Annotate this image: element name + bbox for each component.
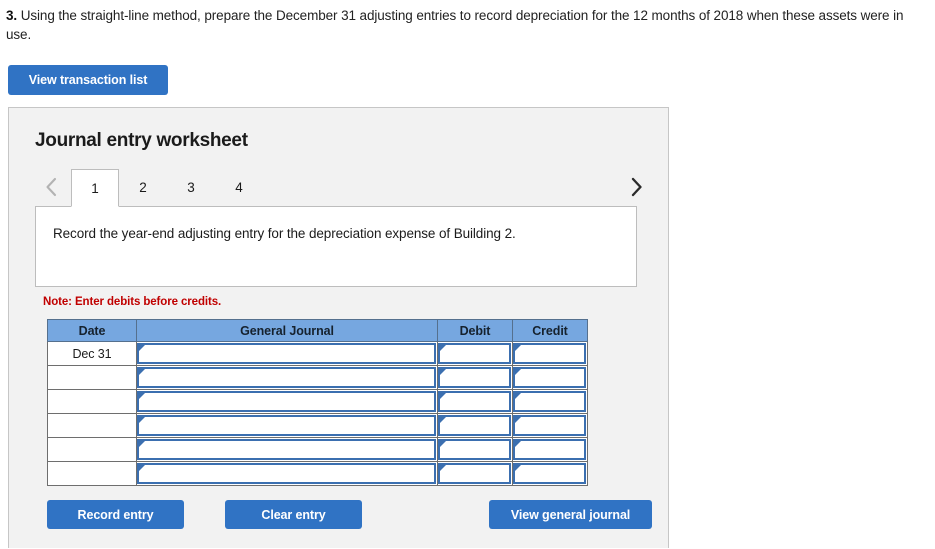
tab-2-label: 2 bbox=[139, 180, 147, 196]
tab-4-label: 4 bbox=[235, 180, 243, 196]
general-journal-cell[interactable] bbox=[136, 341, 438, 367]
debit-cell[interactable] bbox=[437, 365, 513, 391]
general-journal-input[interactable] bbox=[137, 415, 436, 437]
clear-entry-button[interactable]: Clear entry bbox=[225, 500, 362, 530]
general-journal-input[interactable] bbox=[137, 439, 436, 461]
tab-4[interactable]: 4 bbox=[215, 169, 263, 206]
view-general-journal-button[interactable]: View general journal bbox=[489, 500, 652, 530]
journal-entry-worksheet-panel: Journal entry worksheet 1 2 3 4 Record t… bbox=[8, 107, 669, 549]
general-journal-cell[interactable] bbox=[136, 389, 438, 415]
table-header-row: Date General Journal Debit Credit bbox=[47, 319, 588, 343]
column-header-date: Date bbox=[47, 319, 137, 343]
credit-input[interactable] bbox=[513, 343, 586, 365]
debit-input[interactable] bbox=[438, 439, 511, 461]
debit-input[interactable] bbox=[438, 367, 511, 389]
debit-input[interactable] bbox=[438, 463, 511, 485]
column-header-debit: Debit bbox=[437, 319, 513, 343]
tab-3-label: 3 bbox=[187, 180, 195, 196]
credit-input[interactable] bbox=[513, 463, 586, 485]
general-journal-input[interactable] bbox=[137, 367, 436, 389]
table-row bbox=[47, 437, 588, 463]
credit-input[interactable] bbox=[513, 391, 586, 413]
tab-3[interactable]: 3 bbox=[167, 169, 215, 206]
debits-before-credits-note: Note: Enter debits before credits. bbox=[43, 296, 222, 309]
debit-cell[interactable] bbox=[437, 461, 513, 487]
credit-cell[interactable] bbox=[512, 389, 588, 415]
tab-1[interactable]: 1 bbox=[71, 169, 119, 208]
credit-cell[interactable] bbox=[512, 365, 588, 391]
date-cell: Dec 31 bbox=[47, 341, 137, 367]
general-journal-cell[interactable] bbox=[136, 437, 438, 463]
general-journal-input[interactable] bbox=[137, 343, 436, 365]
panel-title: Journal entry worksheet bbox=[35, 130, 248, 152]
question-prompt: 3. Using the straight-line method, prepa… bbox=[0, 0, 935, 44]
date-cell bbox=[47, 437, 137, 463]
view-transaction-list-button[interactable]: View transaction list bbox=[8, 65, 168, 96]
chevron-right-icon[interactable] bbox=[622, 169, 650, 206]
record-entry-button[interactable]: Record entry bbox=[47, 500, 184, 530]
credit-input[interactable] bbox=[513, 367, 586, 389]
credit-cell[interactable] bbox=[512, 461, 588, 487]
table-row: Dec 31 bbox=[47, 341, 588, 367]
credit-cell[interactable] bbox=[512, 341, 588, 367]
table-row bbox=[47, 365, 588, 391]
general-journal-input[interactable] bbox=[137, 463, 436, 485]
credit-cell[interactable] bbox=[512, 413, 588, 439]
question-text: Using the straight-line method, prepare … bbox=[6, 8, 904, 43]
tab-2[interactable]: 2 bbox=[119, 169, 167, 206]
debit-cell[interactable] bbox=[437, 413, 513, 439]
table-row bbox=[47, 413, 588, 439]
journal-entry-table: Date General Journal Debit Credit Dec 31 bbox=[47, 319, 588, 487]
column-header-general-journal: General Journal bbox=[136, 319, 438, 343]
worksheet-tab-strip: 1 2 3 4 bbox=[9, 169, 668, 208]
debit-input[interactable] bbox=[438, 415, 511, 437]
worksheet-actions: Record entry Clear entry View general jo… bbox=[9, 500, 668, 548]
tab-1-label: 1 bbox=[91, 180, 99, 196]
entry-description-box: Record the year-end adjusting entry for … bbox=[35, 206, 637, 288]
date-cell bbox=[47, 413, 137, 439]
general-journal-cell[interactable] bbox=[136, 461, 438, 487]
debit-input[interactable] bbox=[438, 391, 511, 413]
date-cell bbox=[47, 365, 137, 391]
credit-cell[interactable] bbox=[512, 437, 588, 463]
general-journal-input[interactable] bbox=[137, 391, 436, 413]
chevron-left-icon[interactable] bbox=[37, 169, 65, 206]
general-journal-cell[interactable] bbox=[136, 365, 438, 391]
table-row bbox=[47, 389, 588, 415]
debit-cell[interactable] bbox=[437, 341, 513, 367]
date-cell bbox=[47, 461, 137, 487]
debit-input[interactable] bbox=[438, 343, 511, 365]
worksheet-tabs: 1 2 3 4 bbox=[71, 169, 263, 208]
table-row bbox=[47, 461, 588, 487]
entry-description-text: Record the year-end adjusting entry for … bbox=[53, 226, 516, 242]
general-journal-cell[interactable] bbox=[136, 413, 438, 439]
column-header-credit: Credit bbox=[512, 319, 588, 343]
date-cell bbox=[47, 389, 137, 415]
credit-input[interactable] bbox=[513, 439, 586, 461]
debit-cell[interactable] bbox=[437, 437, 513, 463]
journal-table-wrap: Date General Journal Debit Credit Dec 31 bbox=[47, 319, 668, 487]
credit-input[interactable] bbox=[513, 415, 586, 437]
question-number: 3. bbox=[6, 8, 18, 23]
view-transaction-list-row: View transaction list bbox=[0, 44, 935, 96]
debit-cell[interactable] bbox=[437, 389, 513, 415]
